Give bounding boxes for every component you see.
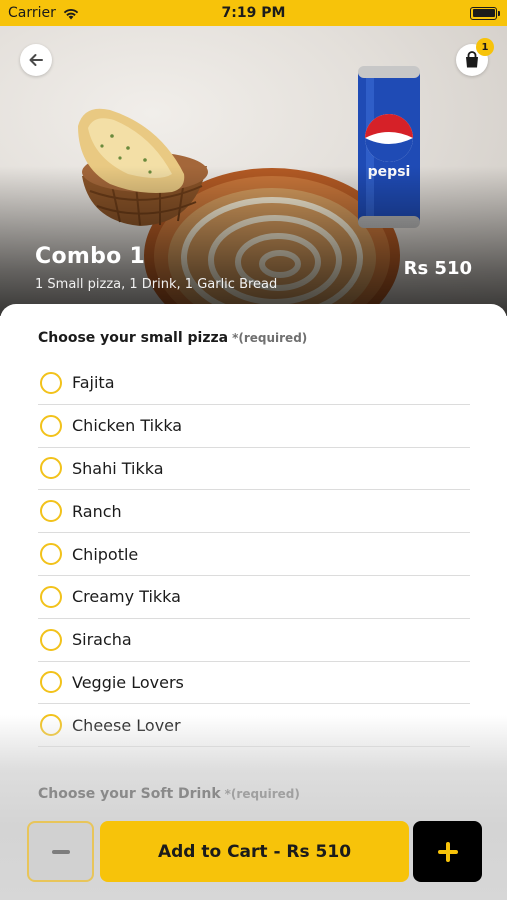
required-label: *(required) xyxy=(224,787,300,801)
decrease-quantity-button[interactable] xyxy=(27,821,94,882)
radio-button[interactable] xyxy=(40,714,62,737)
radio-button[interactable] xyxy=(40,414,62,437)
option-label: Chipotle xyxy=(72,544,139,564)
required-label: *(required) xyxy=(232,331,308,345)
radio-button[interactable] xyxy=(40,671,62,694)
back-button[interactable] xyxy=(20,44,52,76)
status-bar: Carrier 7:19 PM xyxy=(0,0,507,26)
option-label: Chicken Tikka xyxy=(72,416,183,436)
cart-button[interactable]: 1 xyxy=(456,38,494,76)
plus-icon xyxy=(437,841,458,862)
minus-icon xyxy=(51,849,70,854)
pizza-option-ranch[interactable]: Ranch xyxy=(38,490,470,534)
pizza-options-list: Fajita Chicken Tikka Shahi Tikka Ranch C… xyxy=(38,362,470,748)
pizza-option-fajita[interactable]: Fajita xyxy=(38,362,470,405)
radio-button[interactable] xyxy=(40,371,62,394)
pizza-option-shahi-tikka[interactable]: Shahi Tikka xyxy=(38,448,470,491)
pizza-option-siracha[interactable]: Siracha xyxy=(38,619,470,662)
radio-button[interactable] xyxy=(40,500,62,523)
combo-description: 1 Small pizza, 1 Drink, 1 Garlic Bread xyxy=(35,277,278,292)
drink-section-label: Choose your Soft Drink xyxy=(38,786,221,802)
option-label: Shahi Tikka xyxy=(72,458,164,478)
radio-button[interactable] xyxy=(40,543,62,566)
back-arrow-icon xyxy=(29,54,43,66)
battery-icon xyxy=(470,6,500,20)
option-label: Ranch xyxy=(72,501,122,521)
radio-button[interactable] xyxy=(40,628,62,651)
option-label: Creamy Tikka xyxy=(72,587,181,607)
carrier-label: Carrier xyxy=(8,5,56,21)
pizza-option-veggie-lovers[interactable]: Veggie Lovers xyxy=(38,662,470,705)
combo-price: Rs 510 xyxy=(403,258,472,279)
pizza-option-cheese-lover[interactable]: Cheese Lover xyxy=(38,704,470,748)
wifi-icon xyxy=(63,8,79,19)
option-label: Veggie Lovers xyxy=(72,672,184,692)
pizza-option-chicken-tikka[interactable]: Chicken Tikka xyxy=(38,405,470,448)
hero-shade xyxy=(0,166,507,316)
status-left: Carrier xyxy=(8,5,80,21)
cart-count-badge: 1 xyxy=(476,38,494,56)
combo-title: Combo 1 xyxy=(35,244,146,269)
add-to-cart-button[interactable]: Add to Cart - Rs 510 xyxy=(100,821,409,882)
pizza-option-chipotle[interactable]: Chipotle xyxy=(38,533,470,576)
pizza-section-label: Choose your small pizza xyxy=(38,330,229,346)
increase-quantity-button[interactable] xyxy=(413,821,482,882)
bottom-action-bar: Add to Cart - Rs 510 xyxy=(27,821,482,882)
pizza-section-title: Choose your small pizza *(required) xyxy=(38,330,307,346)
option-label: Fajita xyxy=(72,373,115,393)
options-sheet: Choose your small pizza *(required) Fajit… xyxy=(0,304,507,900)
option-label: Siracha xyxy=(72,630,132,650)
hero-image: pepsi 1 Combo 1 1 Small pizza, 1 Drink, … xyxy=(0,26,507,316)
radio-button[interactable] xyxy=(40,585,62,608)
pizza-option-creamy-tikka[interactable]: Creamy Tikka xyxy=(38,576,470,619)
option-label: Cheese Lover xyxy=(72,715,181,735)
radio-button[interactable] xyxy=(40,457,62,480)
drink-section-title: Choose your Soft Drink *(required) xyxy=(38,786,300,802)
